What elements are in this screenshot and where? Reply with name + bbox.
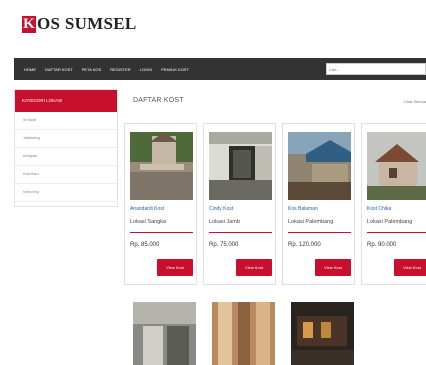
nav-item-daftar-kost[interactable]: DAFTAR KOST xyxy=(45,67,73,72)
view-kost-button[interactable]: View Kost xyxy=(157,259,193,276)
category-sidebar: KATEGORI LOKASI Ilir Barat Jakabaring Ke… xyxy=(14,89,118,207)
sidebar-item[interactable]: Jakabaring xyxy=(15,130,117,148)
logo-mark: K xyxy=(22,15,36,33)
sidebar-item[interactable]: Kota Baru xyxy=(15,166,117,184)
kost-photo[interactable] xyxy=(212,302,275,365)
sidebar-item[interactable]: Kertapati xyxy=(15,148,117,166)
search-input[interactable] xyxy=(326,63,426,75)
kost-price: Rp. 75.000 xyxy=(209,242,239,248)
view-all-link[interactable]: Lihat Semua xyxy=(404,99,426,104)
site-logo[interactable]: K OS SUMSEL xyxy=(22,12,137,36)
nav-item-login[interactable]: LOGIN xyxy=(140,67,152,72)
sidebar-title: KATEGORI LOKASI xyxy=(15,90,117,112)
nav-item-peta-kos[interactable]: PETA KOS xyxy=(82,67,102,72)
kost-photo[interactable] xyxy=(130,132,193,200)
kost-location: Lokasi Jamb xyxy=(209,219,240,225)
kost-photo[interactable] xyxy=(209,132,272,200)
kost-photo[interactable] xyxy=(367,132,426,200)
kost-card: Cindy Kost Lokasi Jamb Rp. 75.000 View K… xyxy=(203,123,276,285)
view-kost-button[interactable]: View Kost xyxy=(315,259,351,276)
card-divider xyxy=(367,232,426,233)
sidebar-item[interactable]: Ilir Barat xyxy=(15,112,117,130)
card-divider xyxy=(209,232,272,233)
kost-card-partial xyxy=(207,296,279,365)
kost-price: Rp. 120.000 xyxy=(288,242,321,248)
view-kost-button[interactable]: View Kost xyxy=(394,259,426,276)
kost-card-partial xyxy=(128,296,200,365)
kost-photo[interactable] xyxy=(133,302,196,365)
logo-text: OS SUMSEL xyxy=(37,14,137,33)
kost-name[interactable]: Cindy Kost xyxy=(209,206,233,212)
nav-item-register[interactable]: REGISTER xyxy=(110,67,130,72)
kost-location: Lokasi Sangka xyxy=(130,219,167,225)
kost-name[interactable]: Kost Chika xyxy=(367,206,391,212)
nav-item-pemilik-kost[interactable]: PEMILIK KOST xyxy=(161,67,189,72)
kost-photo[interactable] xyxy=(291,302,354,365)
kost-price: Rp. 90.000 xyxy=(367,242,397,248)
nav-item-home[interactable]: HOME xyxy=(24,67,36,72)
content-title: DAFTAR KOST xyxy=(133,97,184,104)
kost-card-partial xyxy=(286,296,358,365)
kost-photo[interactable] xyxy=(288,132,351,200)
kost-location: Lokasi Palembang xyxy=(367,219,413,225)
kost-location: Lokasi Palembang xyxy=(288,219,334,225)
sidebar-item[interactable]: Kemuning xyxy=(15,184,117,202)
kost-card: Kos Balaman Lokasi Palembang Rp. 120.000… xyxy=(282,123,355,285)
kost-price: Rp. 85.000 xyxy=(130,242,160,248)
card-divider xyxy=(130,232,193,233)
kost-name[interactable]: Anandardi Kost xyxy=(130,206,164,212)
main-navbar: HOME DAFTAR KOST PETA KOS REGISTER LOGIN… xyxy=(14,58,426,80)
view-kost-button[interactable]: View Kost xyxy=(236,259,272,276)
card-divider xyxy=(288,232,351,233)
kost-card: Anandardi Kost Lokasi Sangka Rp. 85.000 … xyxy=(124,123,197,285)
kost-card: Kost Chika Lokasi Palembang Rp. 90.000 V… xyxy=(361,123,426,285)
kost-name[interactable]: Kos Balaman xyxy=(288,206,318,212)
